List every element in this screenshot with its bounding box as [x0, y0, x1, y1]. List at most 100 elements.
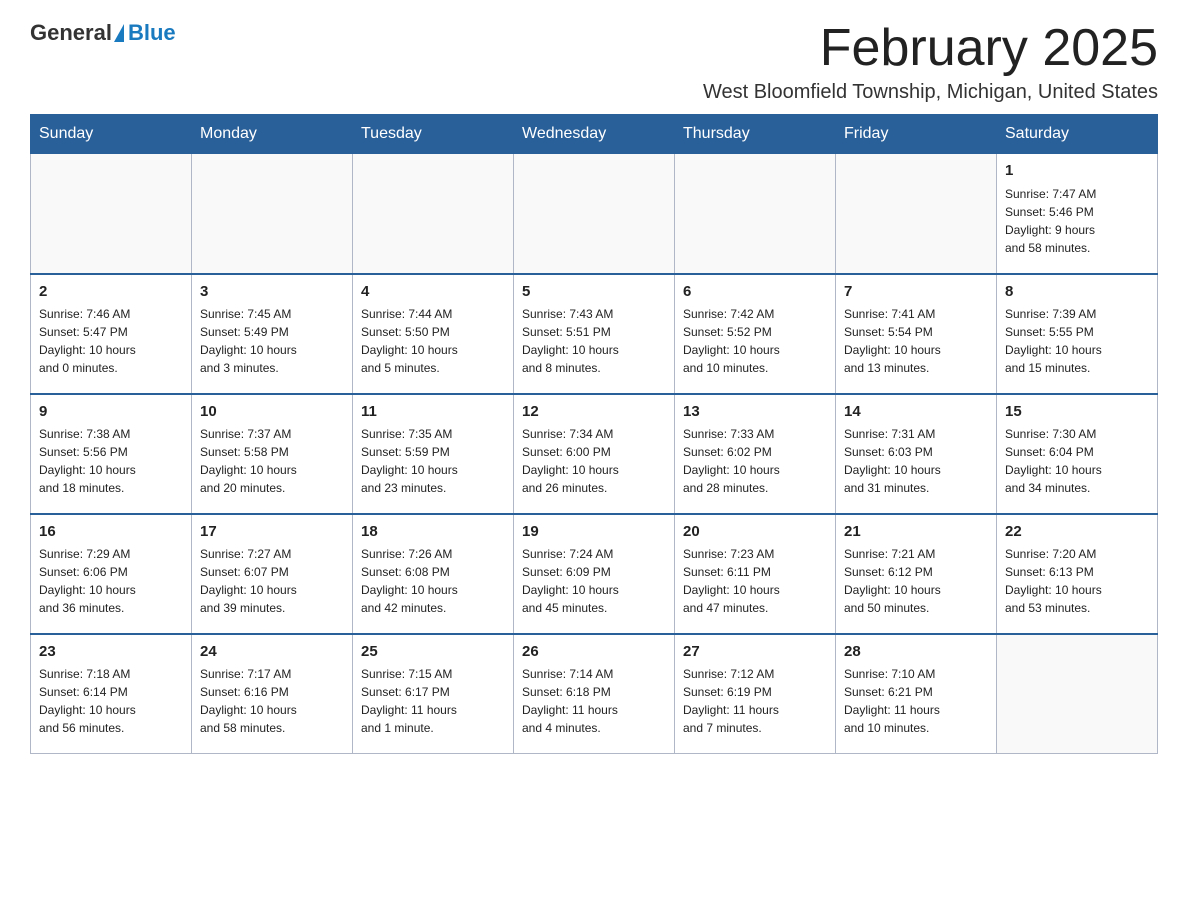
weekday-header-wednesday: Wednesday [514, 115, 675, 154]
calendar-cell: 18Sunrise: 7:26 AM Sunset: 6:08 PM Dayli… [353, 514, 514, 634]
calendar-week-row: 1 Sunrise: 7:47 AM Sunset: 5:46 PM Daylig… [31, 154, 1158, 274]
day-number: 26 [522, 641, 666, 663]
page-header: General Blue February 2025 West Bloomfie… [30, 20, 1158, 104]
calendar-cell: 23Sunrise: 7:18 AM Sunset: 6:14 PM Dayli… [31, 634, 192, 754]
day-number: 1 [1005, 160, 1149, 182]
calendar-cell: 12Sunrise: 7:34 AM Sunset: 6:00 PM Dayli… [514, 394, 675, 514]
calendar-cell: 9Sunrise: 7:38 AM Sunset: 5:56 PM Daylig… [31, 394, 192, 514]
day-info: Sunrise: 7:15 AM Sunset: 6:17 PM Dayligh… [361, 665, 505, 737]
day-info: Sunrise: 7:27 AM Sunset: 6:07 PM Dayligh… [200, 545, 344, 617]
calendar-cell: 17Sunrise: 7:27 AM Sunset: 6:07 PM Dayli… [192, 514, 353, 634]
day-number: 13 [683, 401, 827, 423]
day-info: Sunrise: 7:46 AM Sunset: 5:47 PM Dayligh… [39, 305, 183, 377]
day-number: 5 [522, 281, 666, 303]
day-number: 24 [200, 641, 344, 663]
day-number: 20 [683, 521, 827, 543]
calendar-cell [31, 154, 192, 274]
calendar-cell: 10Sunrise: 7:37 AM Sunset: 5:58 PM Dayli… [192, 394, 353, 514]
day-info: Sunrise: 7:26 AM Sunset: 6:08 PM Dayligh… [361, 545, 505, 617]
day-number: 22 [1005, 521, 1149, 543]
calendar-cell: 21Sunrise: 7:21 AM Sunset: 6:12 PM Dayli… [836, 514, 997, 634]
calendar-cell [997, 634, 1158, 754]
day-info: Sunrise: 7:21 AM Sunset: 6:12 PM Dayligh… [844, 545, 988, 617]
day-number: 21 [844, 521, 988, 543]
weekday-header-tuesday: Tuesday [353, 115, 514, 154]
day-info: Sunrise: 7:14 AM Sunset: 6:18 PM Dayligh… [522, 665, 666, 737]
calendar-cell [514, 154, 675, 274]
calendar-cell: 26Sunrise: 7:14 AM Sunset: 6:18 PM Dayli… [514, 634, 675, 754]
calendar-cell: 20Sunrise: 7:23 AM Sunset: 6:11 PM Dayli… [675, 514, 836, 634]
calendar-week-row: 9Sunrise: 7:38 AM Sunset: 5:56 PM Daylig… [31, 394, 1158, 514]
day-number: 7 [844, 281, 988, 303]
day-info: Sunrise: 7:18 AM Sunset: 6:14 PM Dayligh… [39, 665, 183, 737]
weekday-header-friday: Friday [836, 115, 997, 154]
calendar-cell: 27Sunrise: 7:12 AM Sunset: 6:19 PM Dayli… [675, 634, 836, 754]
day-info: Sunrise: 7:43 AM Sunset: 5:51 PM Dayligh… [522, 305, 666, 377]
calendar-cell: 14Sunrise: 7:31 AM Sunset: 6:03 PM Dayli… [836, 394, 997, 514]
calendar-cell: 2Sunrise: 7:46 AM Sunset: 5:47 PM Daylig… [31, 274, 192, 394]
logo: General Blue [30, 20, 176, 46]
day-number: 16 [39, 521, 183, 543]
day-info: Sunrise: 7:47 AM Sunset: 5:46 PM Dayligh… [1005, 185, 1149, 257]
day-info: Sunrise: 7:23 AM Sunset: 6:11 PM Dayligh… [683, 545, 827, 617]
logo-triangle-icon [114, 24, 124, 42]
day-info: Sunrise: 7:10 AM Sunset: 6:21 PM Dayligh… [844, 665, 988, 737]
location-title: West Bloomfield Township, Michigan, Unit… [703, 81, 1158, 104]
calendar-table: SundayMondayTuesdayWednesdayThursdayFrid… [30, 114, 1158, 754]
calendar-cell: 8Sunrise: 7:39 AM Sunset: 5:55 PM Daylig… [997, 274, 1158, 394]
day-info: Sunrise: 7:17 AM Sunset: 6:16 PM Dayligh… [200, 665, 344, 737]
day-number: 18 [361, 521, 505, 543]
weekday-header-sunday: Sunday [31, 115, 192, 154]
calendar-cell: 6Sunrise: 7:42 AM Sunset: 5:52 PM Daylig… [675, 274, 836, 394]
calendar-cell: 19Sunrise: 7:24 AM Sunset: 6:09 PM Dayli… [514, 514, 675, 634]
calendar-week-row: 23Sunrise: 7:18 AM Sunset: 6:14 PM Dayli… [31, 634, 1158, 754]
weekday-header-row: SundayMondayTuesdayWednesdayThursdayFrid… [31, 115, 1158, 154]
calendar-cell: 1 Sunrise: 7:47 AM Sunset: 5:46 PM Daylig… [997, 154, 1158, 274]
day-info: Sunrise: 7:38 AM Sunset: 5:56 PM Dayligh… [39, 425, 183, 497]
day-info: Sunrise: 7:35 AM Sunset: 5:59 PM Dayligh… [361, 425, 505, 497]
day-info: Sunrise: 7:20 AM Sunset: 6:13 PM Dayligh… [1005, 545, 1149, 617]
day-number: 2 [39, 281, 183, 303]
calendar-week-row: 2Sunrise: 7:46 AM Sunset: 5:47 PM Daylig… [31, 274, 1158, 394]
day-info: Sunrise: 7:37 AM Sunset: 5:58 PM Dayligh… [200, 425, 344, 497]
day-number: 4 [361, 281, 505, 303]
day-number: 15 [1005, 401, 1149, 423]
day-number: 8 [1005, 281, 1149, 303]
day-number: 14 [844, 401, 988, 423]
calendar-cell: 25Sunrise: 7:15 AM Sunset: 6:17 PM Dayli… [353, 634, 514, 754]
day-info: Sunrise: 7:41 AM Sunset: 5:54 PM Dayligh… [844, 305, 988, 377]
calendar-cell: 4Sunrise: 7:44 AM Sunset: 5:50 PM Daylig… [353, 274, 514, 394]
calendar-week-row: 16Sunrise: 7:29 AM Sunset: 6:06 PM Dayli… [31, 514, 1158, 634]
day-info: Sunrise: 7:12 AM Sunset: 6:19 PM Dayligh… [683, 665, 827, 737]
day-info: Sunrise: 7:31 AM Sunset: 6:03 PM Dayligh… [844, 425, 988, 497]
day-info: Sunrise: 7:44 AM Sunset: 5:50 PM Dayligh… [361, 305, 505, 377]
day-number: 28 [844, 641, 988, 663]
day-number: 17 [200, 521, 344, 543]
weekday-header-saturday: Saturday [997, 115, 1158, 154]
month-title: February 2025 [703, 20, 1158, 77]
calendar-cell: 3Sunrise: 7:45 AM Sunset: 5:49 PM Daylig… [192, 274, 353, 394]
day-number: 25 [361, 641, 505, 663]
calendar-cell [192, 154, 353, 274]
calendar-cell [836, 154, 997, 274]
day-info: Sunrise: 7:24 AM Sunset: 6:09 PM Dayligh… [522, 545, 666, 617]
title-block: February 2025 West Bloomfield Township, … [703, 20, 1158, 104]
day-number: 27 [683, 641, 827, 663]
day-info: Sunrise: 7:45 AM Sunset: 5:49 PM Dayligh… [200, 305, 344, 377]
day-number: 6 [683, 281, 827, 303]
day-info: Sunrise: 7:30 AM Sunset: 6:04 PM Dayligh… [1005, 425, 1149, 497]
day-number: 12 [522, 401, 666, 423]
calendar-cell: 15Sunrise: 7:30 AM Sunset: 6:04 PM Dayli… [997, 394, 1158, 514]
weekday-header-thursday: Thursday [675, 115, 836, 154]
day-number: 11 [361, 401, 505, 423]
calendar-cell: 24Sunrise: 7:17 AM Sunset: 6:16 PM Dayli… [192, 634, 353, 754]
logo-blue-text: Blue [128, 20, 176, 46]
calendar-cell [675, 154, 836, 274]
day-number: 3 [200, 281, 344, 303]
day-number: 19 [522, 521, 666, 543]
calendar-cell: 22Sunrise: 7:20 AM Sunset: 6:13 PM Dayli… [997, 514, 1158, 634]
day-info: Sunrise: 7:29 AM Sunset: 6:06 PM Dayligh… [39, 545, 183, 617]
day-info: Sunrise: 7:42 AM Sunset: 5:52 PM Dayligh… [683, 305, 827, 377]
day-number: 9 [39, 401, 183, 423]
logo-general-text: General [30, 20, 112, 46]
